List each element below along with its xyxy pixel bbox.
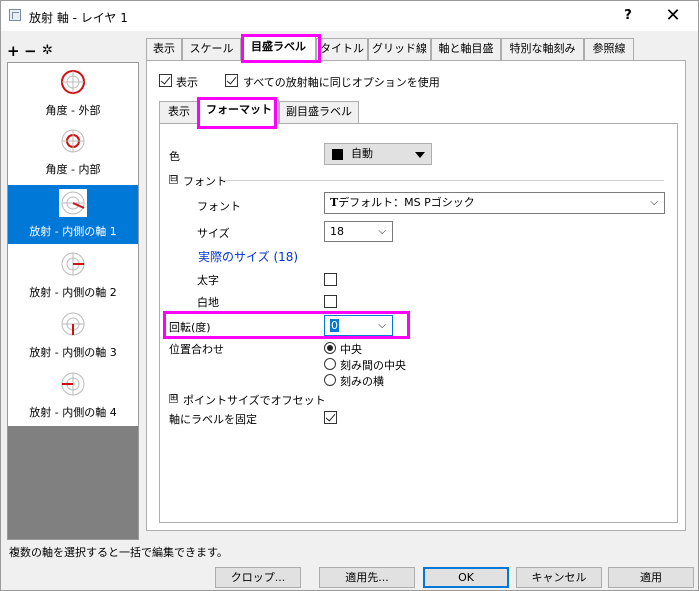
fix-label-label: 軸にラベルを固定	[169, 413, 257, 426]
collapse-icon[interactable]: ⊟	[169, 175, 178, 184]
axis-item-label: 放射 - 内側の軸 1	[29, 225, 117, 238]
color-value: 自動	[351, 147, 373, 160]
color-label: 色	[169, 150, 180, 163]
whiteout-label: 白地	[197, 296, 219, 309]
tab-display[interactable]: 表示	[146, 38, 182, 60]
subtab-minor-tick-labels[interactable]: 副目盛ラベル	[279, 101, 359, 123]
app-icon	[9, 9, 21, 21]
axis-item-label: 放射 - 内側の軸 4	[29, 406, 117, 419]
offset-section-label: ポイントサイズでオフセット	[183, 394, 326, 407]
alignment-beside-tick-radio[interactable]	[324, 374, 336, 386]
alignment-between-ticks-radio[interactable]	[324, 358, 336, 370]
alignment-beside-tick-label: 刻みの横	[340, 375, 384, 388]
close-icon[interactable]: ✕	[653, 3, 693, 29]
axis-item-radial-1[interactable]: 放射 - 内側の軸 1	[8, 185, 138, 244]
crop-button[interactable]: クロップ...	[215, 567, 301, 588]
size-dropdown[interactable]: 18 ⌵	[324, 221, 393, 242]
axis-item-label: 角度 - 内部	[45, 163, 101, 176]
subtab-format[interactable]: フォーマット	[199, 99, 279, 124]
tab-scale[interactable]: スケール	[182, 38, 241, 60]
alignment-center-label: 中央	[340, 343, 362, 356]
rotation-label: 回転(度)	[169, 321, 211, 334]
whiteout-checkbox[interactable]	[324, 295, 337, 308]
alignment-label: 位置合わせ	[169, 343, 224, 356]
font-dropdown[interactable]: Tデフォルト：MS Pゴシック ⌵	[324, 192, 665, 214]
cancel-button[interactable]: キャンセル	[516, 567, 602, 588]
size-value: 18	[330, 225, 344, 238]
bold-label: 太字	[197, 274, 219, 287]
remove-icon[interactable]: −	[24, 42, 37, 60]
font-value: デフォルト：MS Pゴシック	[338, 196, 475, 209]
format-page	[159, 123, 678, 523]
expand-icon[interactable]: ⊞	[169, 394, 178, 403]
apply-button[interactable]: 適用	[608, 567, 694, 588]
axis-item-label: 放射 - 内側の軸 3	[29, 346, 117, 359]
axis-item-angle-outer[interactable]: 角度 - 外部	[8, 64, 138, 123]
radial-axis-icon	[61, 312, 85, 336]
tab-special-ticks[interactable]: 特別な軸刻み	[501, 38, 584, 60]
axes-list-panel: 角度 - 外部 角度 - 内部 放射 - 内側の軸 1 放射 - 内側の軸 2 …	[7, 62, 139, 540]
radial-axis-icon	[61, 252, 85, 276]
radial-axis-icon	[61, 372, 85, 396]
axis-item-radial-2[interactable]: 放射 - 内側の軸 2	[8, 246, 138, 305]
ok-button[interactable]: OK	[423, 567, 509, 588]
status-text: 複数の軸を選択すると一括で編集できます。	[9, 546, 228, 559]
axis-item-radial-3[interactable]: 放射 - 内側の軸 3	[8, 306, 138, 365]
add-icon[interactable]: +	[7, 42, 20, 60]
tab-reference-lines[interactable]: 参照線	[584, 38, 634, 60]
radial-axis-icon	[59, 189, 87, 217]
alignment-between-ticks-label: 刻み間の中央	[340, 359, 406, 372]
bold-checkbox[interactable]	[324, 273, 337, 286]
apply-to-button[interactable]: 適用先...	[319, 567, 415, 588]
section-divider	[223, 180, 664, 181]
subtab-display[interactable]: 表示	[159, 101, 199, 123]
chevron-down-icon: ⌵	[378, 226, 386, 237]
tab-tick-labels[interactable]: 目盛ラベル	[241, 36, 316, 61]
same-options-label: すべての放射軸に同じオプションを使用	[243, 76, 440, 89]
help-button[interactable]: ?	[613, 5, 643, 27]
axis-item-label: 放射 - 内側の軸 2	[29, 286, 117, 299]
axis-item-radial-4[interactable]: 放射 - 内側の軸 4	[8, 366, 138, 425]
show-checkbox[interactable]	[159, 74, 172, 87]
alignment-center-radio[interactable]	[324, 342, 336, 354]
chevron-down-icon: ⌵	[650, 197, 658, 208]
font-label: フォント	[197, 200, 241, 213]
angular-axis-icon	[61, 70, 85, 94]
fix-label-checkbox[interactable]	[324, 411, 337, 424]
angular-axis-icon	[61, 129, 85, 153]
axis-item-angle-inner[interactable]: 角度 - 内部	[8, 123, 138, 182]
dialog-window: 放射 軸 - レイヤ 1 ? ✕ + − ✲ 角度 - 外部 角度 - 内部 放…	[0, 0, 699, 591]
same-options-checkbox[interactable]	[225, 74, 238, 87]
actual-size-label: 実際のサイズ (18)	[198, 250, 299, 264]
tab-axis-ticks[interactable]: 軸と軸目盛	[431, 38, 501, 60]
font-section-label: フォント	[183, 175, 227, 188]
size-label: サイズ	[197, 227, 230, 240]
axis-item-label: 角度 - 外部	[45, 104, 101, 117]
show-label: 表示	[176, 76, 198, 89]
tree-toolbar: + − ✲	[7, 42, 137, 60]
list-empty-area	[8, 426, 138, 539]
chevron-down-icon: ⌵	[378, 320, 386, 331]
window-title: 放射 軸 - レイヤ 1	[29, 11, 128, 25]
rotation-value: 0	[330, 319, 339, 332]
font-type-icon: T	[330, 196, 339, 209]
rotation-dropdown[interactable]: 0 ⌵	[324, 315, 393, 336]
settings-icon[interactable]: ✲	[42, 42, 53, 60]
tab-title[interactable]: タイトル	[316, 38, 368, 60]
title-bar: 放射 軸 - レイヤ 1 ? ✕	[1, 1, 698, 31]
dropdown-arrow-icon	[415, 152, 425, 158]
tab-grid-lines[interactable]: グリッド線	[368, 38, 431, 60]
color-dropdown[interactable]: 自動	[324, 143, 432, 165]
color-swatch	[332, 149, 343, 160]
